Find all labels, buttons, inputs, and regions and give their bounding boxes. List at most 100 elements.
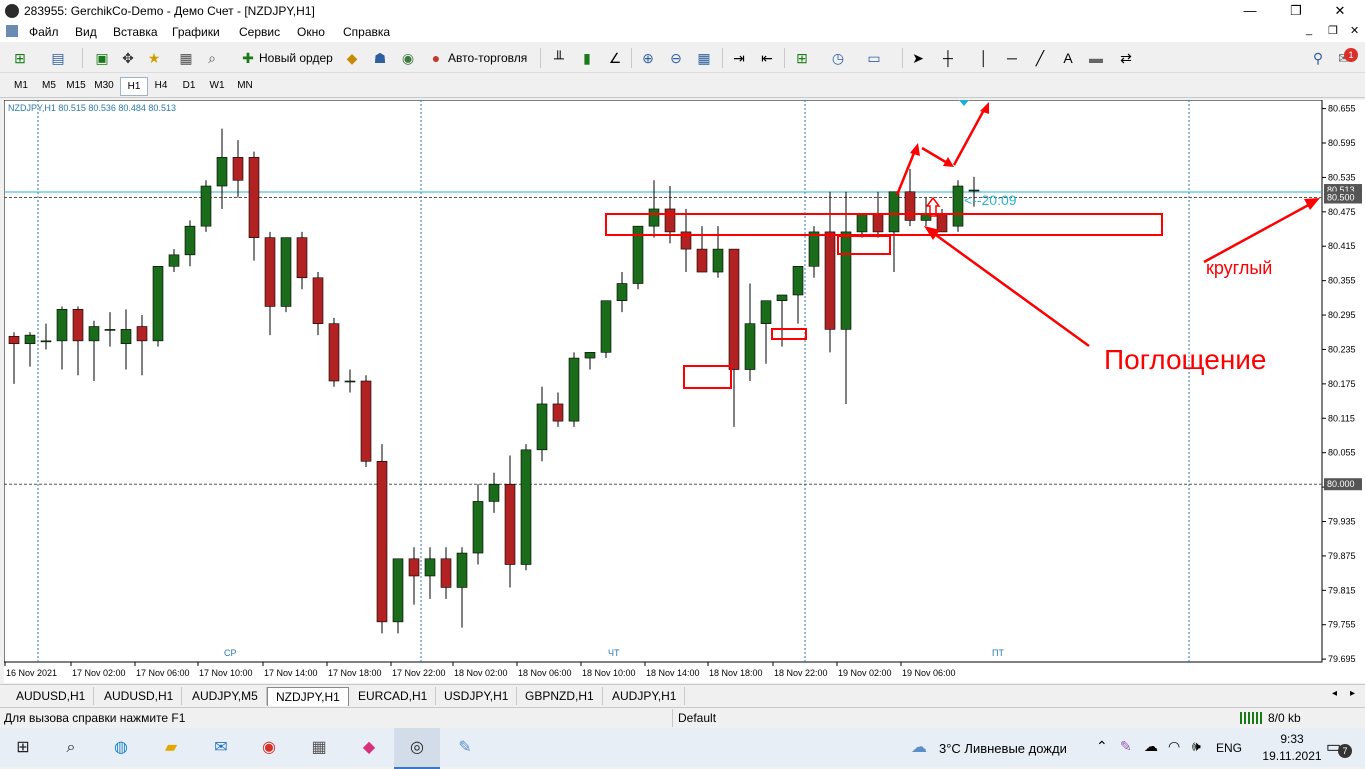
tf-m1[interactable]: M1	[8, 77, 34, 94]
weather-text[interactable]: 3°C Ливневые дожди	[939, 741, 1067, 756]
tf-m15[interactable]: M15	[63, 77, 89, 94]
cursor-icon[interactable]: ➤	[908, 48, 928, 68]
time-label: 18 Nov 02:00	[454, 668, 508, 678]
start-icon[interactable]: ⊞	[10, 736, 36, 760]
arrows-tool-icon[interactable]: ⇄	[1116, 48, 1136, 68]
candle-body	[408, 558, 420, 577]
menu-charts[interactable]: Графики	[172, 25, 220, 39]
tile-windows-icon[interactable]: ▦	[694, 48, 714, 68]
crosshair-icon[interactable]: ┼	[938, 48, 958, 68]
chrome-icon[interactable]: ◉	[256, 736, 282, 760]
candle-body	[200, 185, 212, 227]
bar-chart-icon[interactable]: ╨	[549, 48, 569, 68]
broadcast-icon[interactable]: ◉	[398, 48, 418, 68]
tf-m5[interactable]: M5	[36, 77, 62, 94]
maximize-button[interactable]: ❐	[1276, 2, 1316, 20]
menu-view[interactable]: Вид	[75, 25, 97, 39]
clock-time[interactable]: 9:33	[1262, 732, 1322, 746]
navigator-icon[interactable]: ★	[144, 48, 164, 68]
new-chart-icon[interactable]: ⊞	[10, 48, 30, 68]
pen-icon[interactable]: ✎	[1120, 738, 1132, 755]
indicators-icon[interactable]: ⊞	[792, 48, 812, 68]
metaeditor-icon[interactable]: ◆	[342, 48, 362, 68]
plot-area	[3, 99, 1323, 663]
line-chart-icon[interactable]: ∠	[605, 48, 625, 68]
menu-help[interactable]: Справка	[343, 25, 390, 39]
profiles-icon[interactable]: ▤	[48, 48, 68, 68]
candle-body	[584, 352, 596, 359]
close-button[interactable]: ✕	[1320, 2, 1360, 20]
tab-usdjpy[interactable]: USDJPY,H1	[436, 687, 518, 705]
separator	[631, 48, 632, 68]
mdi-restore[interactable]: ❐	[1328, 24, 1338, 37]
tf-m30[interactable]: M30	[91, 77, 117, 94]
autoscroll-icon[interactable]: ⇤	[757, 48, 777, 68]
candle-body	[648, 208, 660, 227]
data-window-icon[interactable]: ✥	[118, 48, 138, 68]
menu-tools[interactable]: Сервис	[239, 25, 280, 39]
tf-h1[interactable]: H1	[120, 77, 148, 96]
minimize-button[interactable]: —	[1230, 2, 1270, 20]
status-divider	[672, 709, 673, 727]
tab-audusd-1[interactable]: AUDUSD,H1	[8, 687, 95, 705]
terminal-icon[interactable]: ▦	[176, 48, 196, 68]
mdi-minimize[interactable]: _	[1306, 24, 1312, 36]
tabs-scroll-right[interactable]: ▸	[1350, 688, 1355, 699]
search-taskbar-icon[interactable]: ⌕	[58, 736, 84, 760]
time-label: 17 Nov 02:00	[72, 668, 126, 678]
tab-nzdjpy[interactable]: NZDJPY,H1	[267, 687, 349, 706]
search-icon[interactable]: ⚲	[1308, 48, 1328, 68]
signals-icon[interactable]: ☗	[370, 48, 390, 68]
strategy-tester-icon[interactable]: ⌕	[202, 48, 222, 68]
paint3d-icon[interactable]: ◆	[356, 736, 382, 760]
zoom-in-icon[interactable]: ⊕	[638, 48, 658, 68]
menu-insert[interactable]: Вставка	[113, 25, 158, 39]
tab-audjpy-h1[interactable]: AUDJPY,H1	[604, 687, 686, 705]
time-label: 18 Nov 14:00	[646, 668, 700, 678]
mail-icon[interactable]: ✉	[208, 736, 234, 760]
chart-canvas[interactable]: 80.655 80.595 80.535 80.475 80.415 80.355 80.2…	[3, 99, 1365, 683]
calculator-icon[interactable]: ▦	[306, 736, 332, 760]
text-tool-icon[interactable]: A	[1058, 48, 1078, 68]
tab-audjpy-m5[interactable]: AUDJPY,M5	[184, 687, 267, 705]
price-chart[interactable]: 80.655 80.595 80.535 80.475 80.415 80.355 80.2…	[3, 99, 1365, 683]
tab-gbpnzd[interactable]: GBPNZD,H1	[517, 687, 603, 705]
volume-icon[interactable]: 🕪	[1192, 738, 1201, 755]
candle-body	[968, 189, 980, 192]
tab-eurcad[interactable]: EURCAD,H1	[350, 687, 437, 705]
zoom-out-icon[interactable]: ⊖	[666, 48, 686, 68]
chart-shift-icon[interactable]: ⇥	[729, 48, 749, 68]
autotrading-button[interactable]: Авто-торговля	[448, 51, 527, 65]
candlestick-chart-icon[interactable]: ▮	[577, 48, 597, 68]
clock-date[interactable]: 19.11.2021	[1254, 749, 1330, 763]
tab-audusd-2[interactable]: AUDUSD,H1	[96, 687, 183, 705]
mdi-close[interactable]: ✕	[1350, 24, 1359, 37]
candle-body	[600, 300, 612, 353]
tf-w1[interactable]: W1	[204, 77, 230, 94]
trendline-icon[interactable]: ╱	[1030, 48, 1050, 68]
onedrive-icon[interactable]: ☁	[1144, 738, 1158, 755]
autotrading-icon[interactable]: ●	[426, 48, 446, 68]
templates-icon[interactable]: ▭	[864, 48, 884, 68]
paint-icon[interactable]: ✎	[452, 736, 478, 760]
metatrader-icon[interactable]: ◎	[404, 736, 430, 760]
edge-icon[interactable]: ◍	[108, 736, 134, 760]
language-indicator[interactable]: ENG	[1216, 741, 1242, 755]
wifi-icon[interactable]: ◠	[1168, 738, 1180, 755]
label-tool-icon[interactable]: ▬	[1086, 48, 1106, 68]
candle-body	[520, 449, 532, 565]
horizontal-line-icon[interactable]: ─	[1002, 48, 1022, 68]
tf-h4[interactable]: H4	[148, 77, 174, 94]
tray-chevron-icon[interactable]: ⌃	[1096, 738, 1108, 755]
file-explorer-icon[interactable]: ▰	[158, 736, 184, 760]
new-order-button[interactable]: Новый ордер	[259, 51, 333, 65]
new-order-icon[interactable]: ✚	[238, 48, 258, 68]
vertical-line-icon[interactable]: │	[974, 48, 994, 68]
menu-window[interactable]: Окно	[297, 25, 325, 39]
periods-icon[interactable]: ◷	[828, 48, 848, 68]
menu-file[interactable]: Файл	[29, 25, 59, 39]
tf-mn[interactable]: MN	[232, 77, 258, 94]
market-watch-icon[interactable]: ▣	[92, 48, 112, 68]
tf-d1[interactable]: D1	[176, 77, 202, 94]
tabs-scroll-left[interactable]: ◂	[1332, 688, 1337, 699]
